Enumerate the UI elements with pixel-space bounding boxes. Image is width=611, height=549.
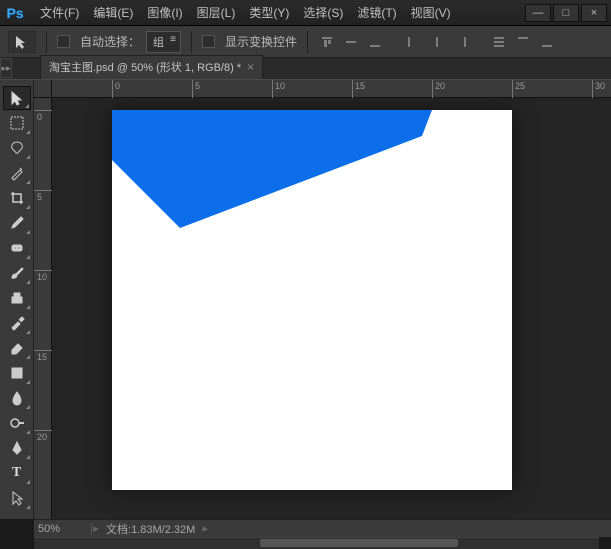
ruler-origin[interactable] (34, 80, 52, 98)
path-select-tool[interactable] (3, 486, 31, 510)
show-transform-checkbox[interactable] (202, 35, 215, 48)
ruler-tick: 30 (592, 80, 605, 98)
options-bar: 自动选择： 组 显示变换控件 (0, 26, 611, 58)
separator (191, 31, 192, 53)
menu-image[interactable]: 图像(I) (141, 1, 188, 24)
auto-select-checkbox[interactable] (57, 35, 70, 48)
align-hcenter-icon[interactable] (428, 33, 446, 51)
menu-layer[interactable]: 图层(L) (191, 1, 242, 24)
separator (307, 31, 308, 53)
status-menu-icon[interactable]: ▸ (201, 520, 209, 537)
marquee-tool[interactable] (3, 111, 31, 135)
status-grip-icon[interactable]: ▸ (92, 520, 100, 537)
history-brush-tool[interactable] (3, 311, 31, 335)
eyedropper-tool[interactable] (3, 211, 31, 235)
align-top-icon[interactable] (318, 33, 336, 51)
ruler-tick: 5 (192, 80, 200, 98)
move-tool-preset-icon[interactable] (8, 31, 36, 53)
canvas-area: 0 5 10 15 20 25 30 0 5 10 15 20 (34, 80, 611, 519)
spot-heal-tool[interactable] (3, 236, 31, 260)
align-right-icon[interactable] (452, 33, 470, 51)
target-dropdown[interactable]: 组 (146, 31, 181, 53)
toolbox: T (0, 80, 34, 519)
brush-tool[interactable] (3, 261, 31, 285)
ruler-tick: 15 (34, 350, 52, 351)
workspace: T 0 5 10 15 20 25 30 0 5 10 15 20 (0, 80, 611, 519)
distribute-top-icon[interactable] (490, 33, 508, 51)
ruler-tick: 25 (512, 80, 525, 98)
magic-wand-tool[interactable] (3, 161, 31, 185)
document-canvas[interactable] (112, 110, 512, 490)
crop-tool[interactable] (3, 186, 31, 210)
type-tool[interactable]: T (3, 461, 31, 485)
title-bar: Ps 文件(F) 编辑(E) 图像(I) 图层(L) 类型(Y) 选择(S) 滤… (0, 0, 611, 26)
document-tab[interactable]: 淘宝主图.psd @ 50% (形状 1, RGB/8) * × (40, 55, 263, 79)
window-controls: — □ × (525, 4, 607, 22)
ruler-horizontal[interactable]: 0 5 10 15 20 25 30 (52, 80, 611, 98)
ruler-tick: 0 (34, 110, 52, 111)
document-tab-title: 淘宝主图.psd @ 50% (形状 1, RGB/8) * (49, 59, 241, 75)
doc-size-label: 文档:1.83M/2.32M (100, 521, 201, 537)
ruler-tick: 0 (112, 80, 120, 98)
app-logo: Ps (4, 3, 26, 23)
menu-edit[interactable]: 编辑(E) (87, 1, 139, 24)
clone-stamp-tool[interactable] (3, 286, 31, 310)
panel-expand-toggle[interactable]: ▸▸ (0, 58, 12, 78)
align-bottom-icon[interactable] (366, 33, 384, 51)
tab-close-icon[interactable]: × (247, 60, 254, 74)
paint-bucket-tool[interactable] (3, 361, 31, 385)
document-tab-bar: 淘宝主图.psd @ 50% (形状 1, RGB/8) * × (0, 58, 611, 80)
horizontal-scrollbar[interactable] (34, 537, 599, 549)
maximize-button[interactable]: □ (553, 4, 579, 22)
distribute-bottom-icon[interactable] (538, 33, 556, 51)
ruler-tick: 20 (34, 430, 52, 431)
scrollbar-thumb[interactable] (260, 539, 458, 547)
close-button[interactable]: × (581, 4, 607, 22)
menu-file[interactable]: 文件(F) (34, 1, 85, 24)
pen-tool[interactable] (3, 436, 31, 460)
zoom-level[interactable]: 50% (34, 523, 92, 535)
ruler-tick: 20 (432, 80, 445, 98)
menu-select[interactable]: 选择(S) (297, 1, 349, 24)
move-tool[interactable] (3, 86, 31, 110)
dodge-tool[interactable] (3, 411, 31, 435)
lasso-tool[interactable] (3, 136, 31, 160)
align-left-icon[interactable] (404, 33, 422, 51)
menu-filter[interactable]: 滤镜(T) (351, 1, 402, 24)
status-bar: 50% ▸ 文档:1.83M/2.32M ▸ (34, 519, 611, 537)
ruler-tick: 15 (352, 80, 365, 98)
ruler-tick: 5 (34, 190, 52, 191)
align-vcenter-icon[interactable] (342, 33, 360, 51)
menu-type[interactable]: 类型(Y) (243, 1, 295, 24)
auto-select-label: 自动选择： (80, 33, 140, 50)
canvas-viewport[interactable] (52, 98, 611, 519)
menu-view[interactable]: 视图(V) (405, 1, 457, 24)
minimize-button[interactable]: — (525, 4, 551, 22)
ruler-vertical[interactable]: 0 5 10 15 20 (34, 98, 52, 519)
ruler-tick: 10 (34, 270, 52, 271)
show-transform-label: 显示变换控件 (225, 33, 297, 50)
eraser-tool[interactable] (3, 336, 31, 360)
menu-bar: 文件(F) 编辑(E) 图像(I) 图层(L) 类型(Y) 选择(S) 滤镜(T… (34, 1, 525, 24)
ruler-tick: 10 (272, 80, 285, 98)
shape-layer[interactable] (112, 110, 432, 230)
separator (46, 31, 47, 53)
blur-tool[interactable] (3, 386, 31, 410)
distribute-v-icon[interactable] (514, 33, 532, 51)
